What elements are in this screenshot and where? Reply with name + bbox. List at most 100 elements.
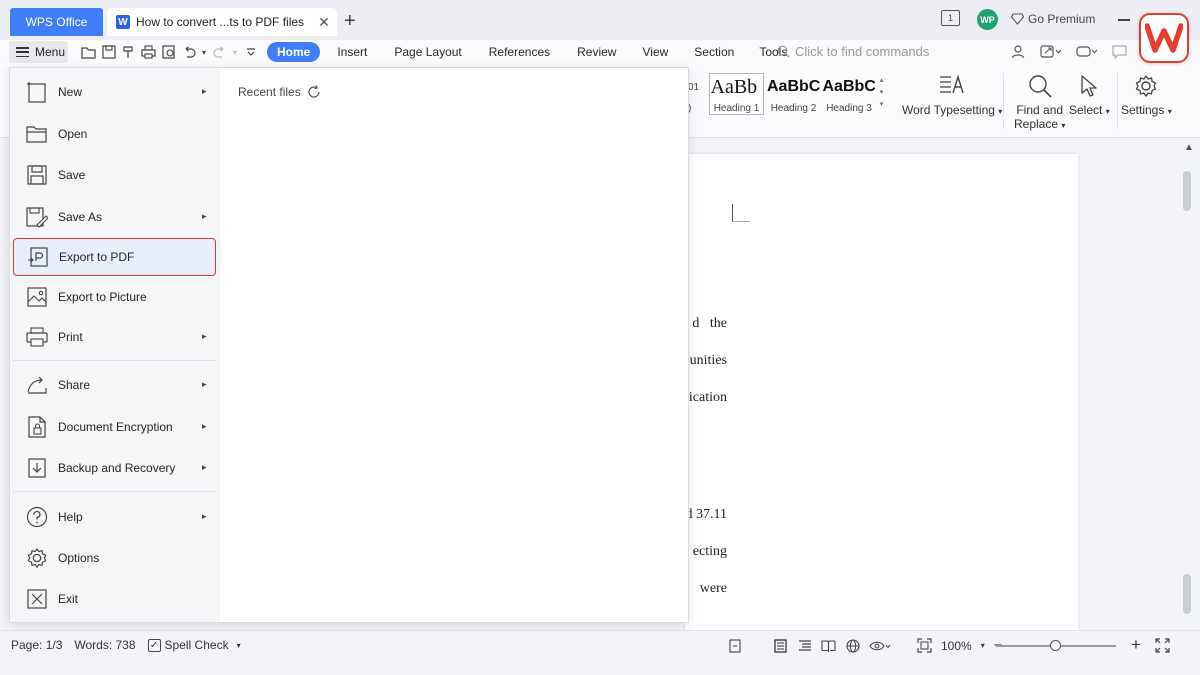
wps-office-tab[interactable]: WPS Office: [10, 8, 103, 36]
menu-item-open[interactable]: Open: [13, 115, 216, 152]
undo-dropdown-icon[interactable]: ▾: [200, 44, 208, 60]
vertical-scrollbar[interactable]: ▲: [1181, 138, 1195, 630]
menu-item-export-to-pdf[interactable]: Export to PDF: [13, 238, 216, 276]
customize-toolbar-icon[interactable]: [242, 44, 259, 60]
command-search[interactable]: Click to find commands: [777, 44, 929, 59]
menu-divider: [13, 360, 216, 361]
menu-item-print[interactable]: Print ▸: [13, 318, 216, 355]
menu-item-new[interactable]: New ▸: [13, 73, 216, 110]
spell-check-toggle[interactable]: ✓ Spell Check ▾: [147, 638, 241, 652]
document-page[interactable]: d the unities ication d 37.11 ecting s w…: [685, 154, 1078, 634]
export-picture-icon: [24, 284, 50, 310]
close-tab-icon[interactable]: ✕: [311, 14, 337, 31]
fullscreen-icon[interactable]: [1155, 638, 1170, 656]
word-count[interactable]: Words: 738: [74, 638, 135, 652]
go-premium-button[interactable]: Go Premium: [1011, 12, 1095, 26]
find-replace-label: Find and: [1016, 103, 1064, 117]
find-replace-caret: ▾: [1061, 121, 1066, 130]
spell-check-label: Spell Check: [164, 638, 229, 652]
tab-references[interactable]: References: [489, 42, 550, 62]
zoom-caret[interactable]: ▾: [981, 641, 985, 650]
web-view-icon[interactable]: [845, 638, 860, 653]
menu-bar: Menu ▾ ▾ Home Insert Page Layout Referen…: [0, 40, 1200, 65]
settings-button[interactable]: Settings ▾: [1121, 73, 1172, 119]
zoom-slider[interactable]: [996, 640, 1116, 651]
print-preview-icon[interactable]: [160, 44, 177, 60]
reading-view-icon[interactable]: [821, 638, 836, 653]
word-typesetting-button[interactable]: Word Typesetting ▾: [902, 73, 1002, 119]
menu-item-label: Share: [58, 377, 91, 392]
quick-access-toolbar: ▾ ▾: [80, 44, 259, 60]
document-tab-title: How to convert ...ts to PDF files: [136, 15, 305, 29]
share-link-icon[interactable]: [1040, 44, 1062, 59]
menu-item-options[interactable]: Options: [13, 539, 216, 576]
scrollbar-thumb[interactable]: [1183, 171, 1191, 211]
tab-home[interactable]: Home: [267, 42, 321, 62]
save-icon[interactable]: [100, 44, 117, 60]
save-as-icon: [24, 204, 50, 230]
page-view-icon[interactable]: [773, 638, 788, 653]
new-tab-button[interactable]: +: [344, 10, 356, 32]
command-search-placeholder: Click to find commands: [795, 44, 930, 59]
refresh-icon[interactable]: [307, 85, 321, 99]
comment-icon[interactable]: [1112, 44, 1127, 59]
ribbon-separator: [1117, 73, 1118, 129]
find-replace-button[interactable]: Find and Replace ▾: [1014, 73, 1065, 133]
wps-writer-window: WPS Office W How to convert ...ts to PDF…: [0, 0, 1200, 675]
recent-files-header: Recent files: [238, 85, 321, 99]
panel-toggle-icon[interactable]: 1: [941, 10, 960, 26]
scroll-up-icon[interactable]: ▲: [1184, 142, 1194, 153]
ribbon-tabs: Home Insert Page Layout References Revie…: [267, 42, 787, 62]
status-right: 100% ▾ −: [728, 637, 1002, 654]
print-icon: [24, 324, 50, 350]
select-button[interactable]: Select ▾: [1069, 73, 1110, 119]
minimize-button[interactable]: [1118, 19, 1130, 21]
new-doc-icon: [24, 79, 50, 105]
open-folder-icon[interactable]: [80, 44, 97, 60]
tab-section[interactable]: Section: [694, 42, 734, 62]
menu-item-help[interactable]: Help ▸: [13, 498, 216, 535]
outline-view-icon[interactable]: [797, 638, 812, 653]
menu-item-save[interactable]: Save: [13, 156, 216, 193]
menu-item-label: Backup and Recovery: [58, 460, 176, 475]
zoom-level[interactable]: 100%: [941, 639, 972, 653]
tab-page-layout[interactable]: Page Layout: [394, 42, 461, 62]
tab-review[interactable]: Review: [577, 42, 616, 62]
scrollbar-thumb-lower[interactable]: [1183, 574, 1191, 614]
document-tab[interactable]: W How to convert ...ts to PDF files ✕: [107, 8, 337, 36]
menu-item-save-as[interactable]: Save As ▸: [13, 198, 216, 235]
menu-item-backup-and-recovery[interactable]: Backup and Recovery ▸: [13, 449, 216, 486]
user-share-icon[interactable]: [1011, 44, 1026, 59]
eye-protection-icon[interactable]: [869, 638, 891, 653]
menu-divider: [13, 491, 216, 492]
redo-dropdown-icon[interactable]: ▾: [231, 44, 239, 60]
format-painter-icon[interactable]: [120, 44, 137, 60]
word-typesetting-label: Word Typesetting: [902, 103, 995, 117]
document-stats-icon[interactable]: [728, 638, 743, 653]
menu-item-export-to-picture[interactable]: Export to Picture: [13, 278, 216, 315]
menubar-right-icons: [1011, 44, 1127, 59]
cloud-sync-icon[interactable]: [1076, 44, 1098, 59]
avatar[interactable]: WP: [977, 9, 998, 30]
spell-check-caret[interactable]: ▾: [237, 641, 241, 650]
style-heading-3[interactable]: AaBbCc Heading 3: [822, 74, 876, 114]
styles-scroll[interactable]: ▴ ▾ ▾: [877, 75, 886, 115]
fit-page-icon[interactable]: [917, 638, 932, 653]
menu-item-label: Save: [58, 167, 86, 182]
undo-icon[interactable]: [180, 44, 197, 60]
tab-insert[interactable]: Insert: [337, 42, 367, 62]
menu-item-document-encryption[interactable]: Document Encryption ▸: [13, 408, 216, 445]
zoom-in-button[interactable]: +: [1131, 635, 1141, 655]
spell-check-checkbox[interactable]: ✓: [147, 638, 161, 652]
style-heading-2[interactable]: AaBbC Heading 2: [766, 74, 821, 114]
page-indicator[interactable]: Page: 1/3: [11, 638, 62, 652]
print-icon[interactable]: [140, 44, 157, 60]
redo-icon[interactable]: [211, 44, 228, 60]
zoom-slider-knob[interactable]: [1050, 640, 1061, 651]
tab-view[interactable]: View: [642, 42, 668, 62]
menu-item-share[interactable]: Share ▸: [13, 366, 216, 403]
menu-item-label: Print: [58, 329, 83, 344]
menu-item-exit[interactable]: Exit: [13, 580, 216, 617]
menu-button[interactable]: Menu: [9, 41, 68, 63]
style-heading-1[interactable]: AaBb Heading 1: [709, 73, 764, 115]
